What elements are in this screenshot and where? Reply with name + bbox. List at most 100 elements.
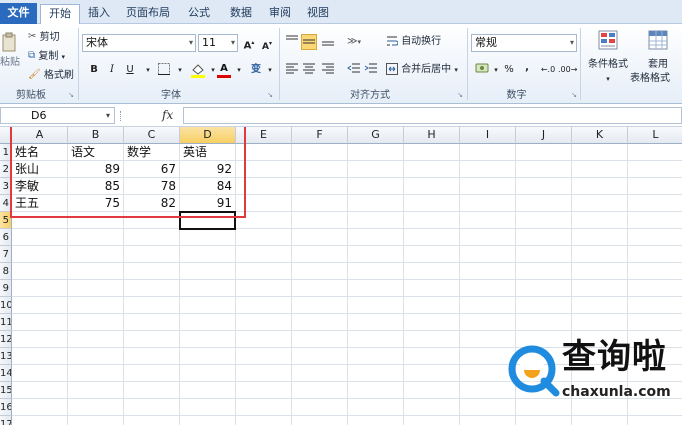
font-name-combo[interactable]: 宋体 ▾	[82, 34, 196, 52]
format-as-table-label-2: 表格格式	[630, 73, 670, 84]
wrap-text-label: 自动换行	[401, 36, 442, 47]
gridline-vertical	[459, 144, 460, 425]
scissors-icon: ✂	[28, 31, 37, 42]
comma-style-button[interactable]: ,	[519, 60, 535, 76]
gridline-horizontal	[12, 313, 682, 314]
row-header-8[interactable]: 8	[0, 263, 12, 280]
highlight-rectangle	[10, 127, 246, 218]
italic-button[interactable]: I	[104, 62, 120, 78]
decrease-indent-icon	[347, 63, 360, 73]
format-as-table-icon	[648, 30, 668, 50]
row-header-12[interactable]: 12	[0, 331, 12, 348]
align-top-icon	[286, 35, 298, 40]
brush-icon: 🖌	[28, 69, 41, 80]
name-box[interactable]: D6 ▾	[0, 107, 115, 124]
row-header-7[interactable]: 7	[0, 246, 12, 263]
conditional-dropdown-icon[interactable]: ▾	[584, 72, 632, 86]
align-center-button[interactable]	[301, 62, 317, 78]
tab-page-layout[interactable]: 页面布局	[120, 4, 176, 24]
font-color-dropdown-icon[interactable]: ▾	[231, 62, 247, 78]
insert-function-button[interactable]: fx	[162, 107, 180, 124]
tab-home[interactable]: 开始	[40, 4, 80, 25]
tab-view[interactable]: 视图	[300, 4, 336, 24]
orientation-button[interactable]: ≫▾	[346, 34, 362, 50]
splitter-handle[interactable]	[120, 111, 122, 121]
row-header-13[interactable]: 13	[0, 348, 12, 365]
font-size-combo[interactable]: 11 ▾	[198, 34, 238, 52]
increase-decimal-icon: ←.0	[540, 65, 556, 74]
bold-button[interactable]: B	[86, 62, 102, 78]
group-divider	[467, 28, 468, 100]
align-right-icon	[322, 63, 334, 74]
group-divider	[279, 28, 280, 100]
decrease-indent-button[interactable]	[346, 62, 362, 78]
font-color-button[interactable]: A	[216, 61, 232, 78]
column-header-k[interactable]: K	[572, 127, 628, 144]
gridline-vertical	[347, 144, 348, 425]
row-header-6[interactable]: 6	[0, 229, 12, 246]
grow-font-button[interactable]: A▴	[241, 35, 257, 51]
decrease-decimal-icon: .00→	[558, 65, 578, 74]
merge-dropdown-icon[interactable]: ▾	[454, 66, 458, 74]
chevron-down-icon: ▾	[230, 38, 235, 47]
alignment-launcher-icon[interactable]: ↘	[456, 91, 464, 99]
merge-center-button[interactable]: 合并后居中 ▾	[386, 63, 458, 77]
tab-data[interactable]: 数据	[222, 4, 260, 24]
column-header-f[interactable]: F	[292, 127, 348, 144]
row-header-11[interactable]: 11	[0, 314, 12, 331]
tab-formulas[interactable]: 公式	[180, 4, 218, 24]
increase-indent-button[interactable]	[363, 62, 379, 78]
formula-input[interactable]	[183, 107, 682, 124]
column-header-l[interactable]: L	[628, 127, 682, 144]
row-header-16[interactable]: 16	[0, 399, 12, 416]
font-name-value: 宋体	[86, 36, 108, 49]
row-header-14[interactable]: 14	[0, 365, 12, 382]
align-right-button[interactable]	[320, 62, 336, 78]
shrink-font-button[interactable]: A▾	[259, 36, 275, 52]
format-as-table-button[interactable]	[636, 29, 680, 56]
row-header-10[interactable]: 10	[0, 297, 12, 314]
number-launcher-icon[interactable]: ↘	[570, 91, 578, 99]
decrease-decimal-button[interactable]: .00→	[558, 62, 578, 78]
name-box-value: D6	[31, 109, 47, 122]
copy-button[interactable]: ⧉ 复制 ▾	[28, 49, 65, 64]
font-launcher-icon[interactable]: ↘	[266, 91, 274, 99]
increase-decimal-button[interactable]: ←.0	[540, 62, 556, 78]
borders-dropdown-icon[interactable]: ▾	[172, 62, 188, 78]
accounting-icon	[475, 63, 489, 73]
underline-button[interactable]: U	[122, 62, 138, 78]
format-painter-label: 格式刷	[43, 70, 74, 81]
align-top-button[interactable]	[284, 34, 300, 50]
gridline-horizontal	[12, 296, 682, 297]
column-header-h[interactable]: H	[404, 127, 460, 144]
align-left-button[interactable]	[284, 62, 300, 78]
font-group-label: 字体	[161, 90, 181, 101]
tab-review[interactable]: 审阅	[262, 4, 298, 24]
row-header-15[interactable]: 15	[0, 382, 12, 399]
gridline-horizontal	[12, 262, 682, 263]
fill-color-button[interactable]	[190, 62, 206, 78]
conditional-formatting-button[interactable]	[586, 29, 630, 56]
conditional-formatting-icon	[598, 30, 618, 50]
row-header-17[interactable]: 17	[0, 416, 12, 425]
underline-dropdown-icon[interactable]: ▾	[140, 62, 156, 78]
column-header-i[interactable]: I	[460, 127, 516, 144]
column-header-j[interactable]: J	[516, 127, 572, 144]
row-header-9[interactable]: 9	[0, 280, 12, 297]
percent-button[interactable]: %	[501, 62, 517, 78]
clipboard-launcher-icon[interactable]: ↘	[67, 91, 75, 99]
align-middle-button[interactable]	[301, 34, 317, 50]
tab-insert[interactable]: 插入	[82, 4, 116, 24]
align-bottom-button[interactable]	[320, 34, 336, 50]
borders-button[interactable]	[156, 62, 172, 78]
tab-file[interactable]: 文件	[0, 3, 37, 24]
copy-dropdown-icon[interactable]: ▾	[62, 53, 66, 61]
column-header-g[interactable]: G	[348, 127, 404, 144]
cut-button[interactable]: ✂ 剪切	[28, 30, 60, 45]
format-painter-button[interactable]: 🖌 格式刷	[28, 68, 74, 83]
chevron-down-icon: ▾	[357, 38, 361, 46]
number-format-combo[interactable]: 常规 ▾	[471, 34, 577, 52]
phonetic-dropdown-icon[interactable]: ▾	[262, 62, 278, 78]
wrap-text-button[interactable]: 自动换行	[386, 35, 441, 49]
conditional-formatting-label: 条件格式	[588, 59, 628, 70]
